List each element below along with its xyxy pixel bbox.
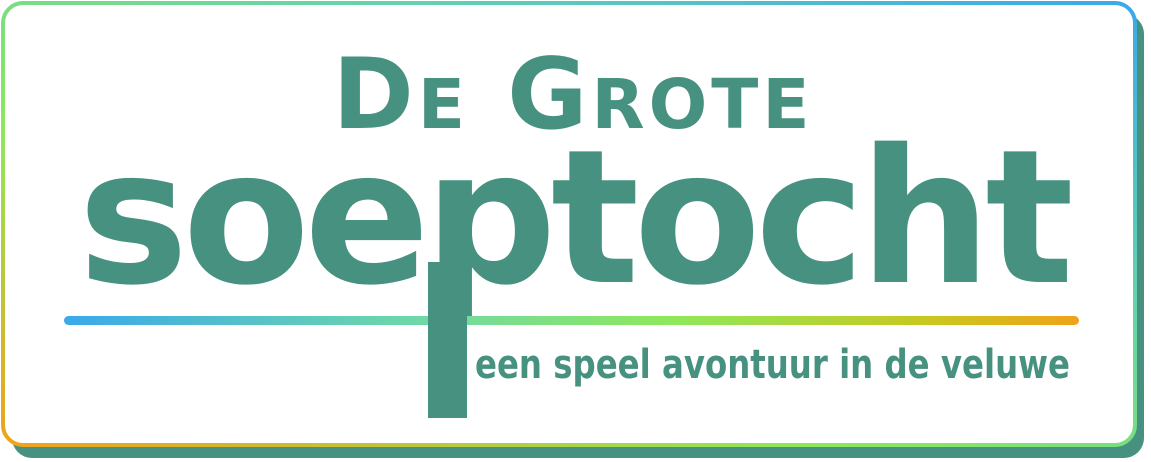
logo-graphic: De Grote soeptocht een speel avontuur in… bbox=[1, 1, 1144, 458]
title-line2: soeptocht bbox=[78, 109, 1070, 326]
logo-card: De Grote soeptocht een speel avontuur in… bbox=[0, 0, 1151, 462]
p-descender bbox=[428, 262, 467, 418]
tagline: een speel avontuur in de veluwe bbox=[475, 342, 1070, 388]
gradient-underline bbox=[64, 316, 1079, 325]
